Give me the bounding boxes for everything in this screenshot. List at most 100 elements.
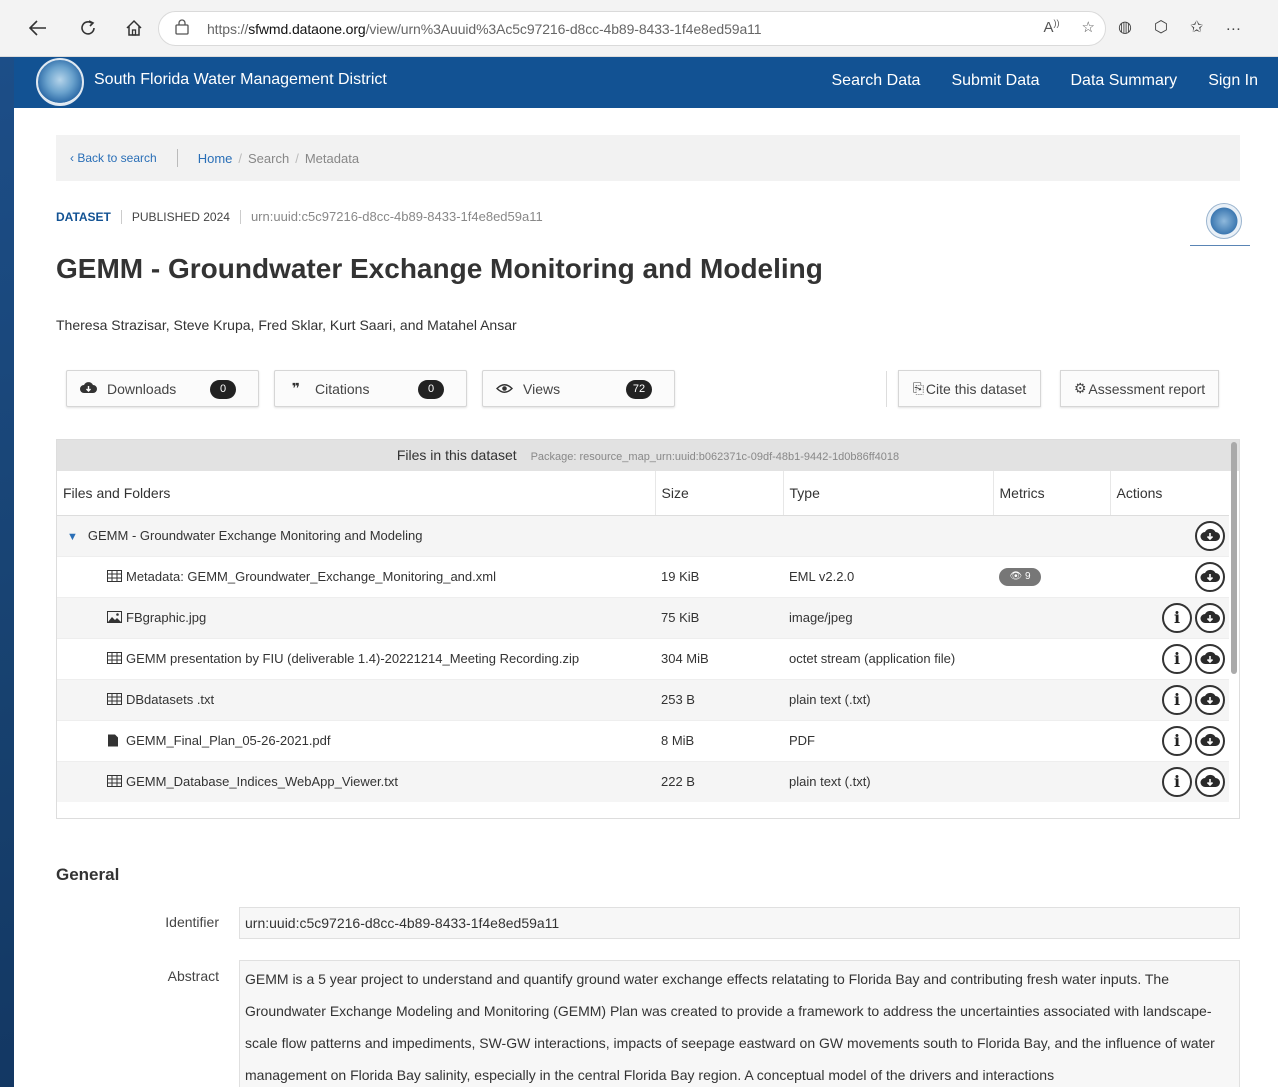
info-button[interactable]: i [1162, 725, 1192, 756]
download-button[interactable] [1195, 684, 1225, 715]
citations-button[interactable]: ❞ Citations 0 [274, 370, 467, 407]
file-name[interactable]: DBdatasets .txt [126, 692, 214, 707]
address-bar[interactable]: https://sfwmd.dataone.org/view/urn%3Auui… [158, 11, 1106, 46]
extension-circle-icon[interactable]: ◍ [1118, 17, 1132, 37]
download-button[interactable] [1195, 602, 1225, 633]
nav-sign-in[interactable]: Sign In [1208, 72, 1258, 90]
files-scrollbar[interactable] [1231, 442, 1237, 674]
browser-toolbar: https://sfwmd.dataone.org/view/urn%3Auui… [0, 0, 1278, 57]
table-row[interactable]: GEMM presentation by FIU (deliverable 1.… [57, 637, 1229, 679]
folder-row[interactable]: ▼ GEMM - Groundwater Exchange Monitoring … [57, 514, 1229, 556]
file-size: 19 KiB [655, 555, 783, 597]
dataset-urn: urn:uuid:c5c97216-d8cc-4b89-8433-1f4e8ed… [250, 209, 543, 224]
files-panel: Files in this dataset Package: resource_… [56, 439, 1240, 819]
dataset-tag: DATASET [56, 209, 111, 224]
assessment-label: Assessment report [1088, 380, 1206, 397]
download-button[interactable] [1195, 643, 1225, 674]
file-type: EML v2.2.0 [783, 555, 993, 597]
identifier-label: Identifier [165, 914, 219, 930]
file-name[interactable]: FBgraphic.jpg [126, 610, 206, 625]
image-icon [107, 611, 123, 624]
authors: Theresa Strazisar, Steve Krupa, Fred Skl… [56, 317, 517, 333]
extensions-icon[interactable]: ⬡ [1154, 17, 1168, 37]
citations-count: 0 [418, 380, 444, 399]
home-icon[interactable] [114, 19, 154, 37]
file-size: 8 MiB [655, 719, 783, 761]
page-title: GEMM - Groundwater Exchange Monitoring a… [56, 253, 823, 284]
files-table: Files and Folders Size Type Metrics Acti… [57, 471, 1229, 802]
breadcrumb-home[interactable]: Home [198, 151, 233, 166]
cite-dataset-button[interactable]: ⎘ Cite this dataset [898, 370, 1041, 407]
folder-name: GEMM - Groundwater Exchange Monitoring a… [87, 528, 423, 543]
file-size: 75 KiB [655, 596, 783, 638]
download-button[interactable] [1195, 725, 1225, 756]
package-id: Package: resource_map_urn:uuid:b062371c-… [530, 451, 900, 463]
file-name[interactable]: Metadata: GEMM_Groundwater_Exchange_Moni… [126, 569, 496, 584]
more-menu-icon[interactable]: … [1225, 17, 1241, 37]
back-arrow-icon[interactable] [18, 20, 58, 36]
table-header-row: Files and Folders Size Type Metrics Acti… [57, 471, 1229, 516]
file-type: octet stream (application file) [783, 637, 993, 679]
table-row[interactable]: FBgraphic.jpg 75 KiB image/jpeg i [57, 596, 1229, 638]
file-name[interactable]: GEMM_Database_Indices_WebApp_Viewer.txt [126, 774, 398, 789]
table-icon [107, 693, 123, 706]
file-size: 304 MiB [655, 637, 783, 679]
refresh-icon[interactable] [68, 19, 108, 37]
downloads-label: Downloads [107, 380, 177, 397]
views-count: 72 [626, 380, 652, 399]
info-button[interactable]: i [1162, 766, 1192, 797]
table-icon [107, 570, 123, 583]
file-type: image/jpeg [783, 596, 993, 638]
col-metrics: Metrics [992, 471, 1110, 516]
abstract-value: GEMM is a 5 year project to understand a… [239, 960, 1240, 1087]
cite-label: Cite this dataset [925, 380, 1027, 397]
page-info-icon[interactable] [175, 19, 193, 38]
table-row[interactable]: DBdatasets .txt 253 B plain text (.txt) … [57, 678, 1229, 720]
divider [176, 149, 178, 167]
favorites-icon[interactable]: ✩ [1190, 17, 1203, 37]
download-button[interactable] [1195, 520, 1225, 551]
dashboard-icon: ⚙ [1073, 380, 1087, 396]
col-size: Size [654, 471, 783, 516]
col-actions: Actions [1109, 471, 1229, 516]
section-heading-general: General [56, 865, 120, 884]
file-name[interactable]: GEMM_Final_Plan_05-26-2021.pdf [126, 733, 331, 748]
published-year: PUBLISHED 2024 [131, 209, 230, 224]
nav-data-summary[interactable]: Data Summary [1070, 72, 1177, 90]
download-button[interactable] [1195, 766, 1225, 797]
table-row[interactable]: Metadata: GEMM_Groundwater_Exchange_Moni… [57, 555, 1229, 597]
info-button[interactable]: i [1162, 602, 1192, 633]
views-button[interactable]: Views 72 [482, 370, 675, 407]
info-button[interactable]: i [1162, 684, 1192, 715]
table-icon [107, 652, 123, 665]
site-name[interactable]: South Florida Water Management District [94, 71, 387, 89]
url-text: https://sfwmd.dataone.org/view/urn%3Auui… [207, 20, 762, 37]
nav-search-data[interactable]: Search Data [832, 72, 921, 90]
identifier-value: urn:uuid:c5c97216-d8cc-4b89-8433-1f4e8ed… [239, 907, 1240, 939]
breadcrumb-search: Search [248, 150, 290, 166]
file-size: 253 B [655, 678, 783, 720]
sfwmd-logo[interactable] [36, 58, 84, 106]
cloud-download-icon [79, 381, 97, 397]
favorite-star-icon[interactable]: ☆ [1082, 18, 1095, 36]
table-icon [107, 775, 123, 788]
citations-label: Citations [315, 380, 370, 397]
back-to-search-link[interactable]: ‹ Back to search [70, 151, 157, 165]
dataset-meta: DATASET PUBLISHED 2024 urn:uuid:c5c97216… [56, 209, 543, 224]
file-name[interactable]: GEMM presentation by FIU (deliverable 1.… [126, 651, 579, 666]
organization-logo [1206, 203, 1242, 239]
downloads-count: 0 [210, 380, 236, 399]
table-row[interactable]: GEMM_Final_Plan_05-26-2021.pdf 8 MiB PDF… [57, 719, 1229, 761]
file-type: plain text (.txt) [783, 760, 993, 802]
downloads-button[interactable]: Downloads 0 [66, 370, 259, 407]
file-type: plain text (.txt) [783, 678, 993, 720]
files-heading: Files in this dataset Package: resource_… [57, 440, 1239, 471]
nav-submit-data[interactable]: Submit Data [951, 72, 1039, 90]
read-aloud-icon[interactable]: A)) [1044, 18, 1060, 36]
caret-down-icon[interactable]: ▼ [67, 531, 78, 543]
assessment-report-button[interactable]: ⚙ Assessment report [1060, 370, 1219, 407]
abstract-label: Abstract [167, 968, 219, 984]
info-button[interactable]: i [1162, 643, 1192, 674]
download-button[interactable] [1195, 561, 1225, 592]
table-row[interactable]: GEMM_Database_Indices_WebApp_Viewer.txt … [57, 760, 1229, 802]
